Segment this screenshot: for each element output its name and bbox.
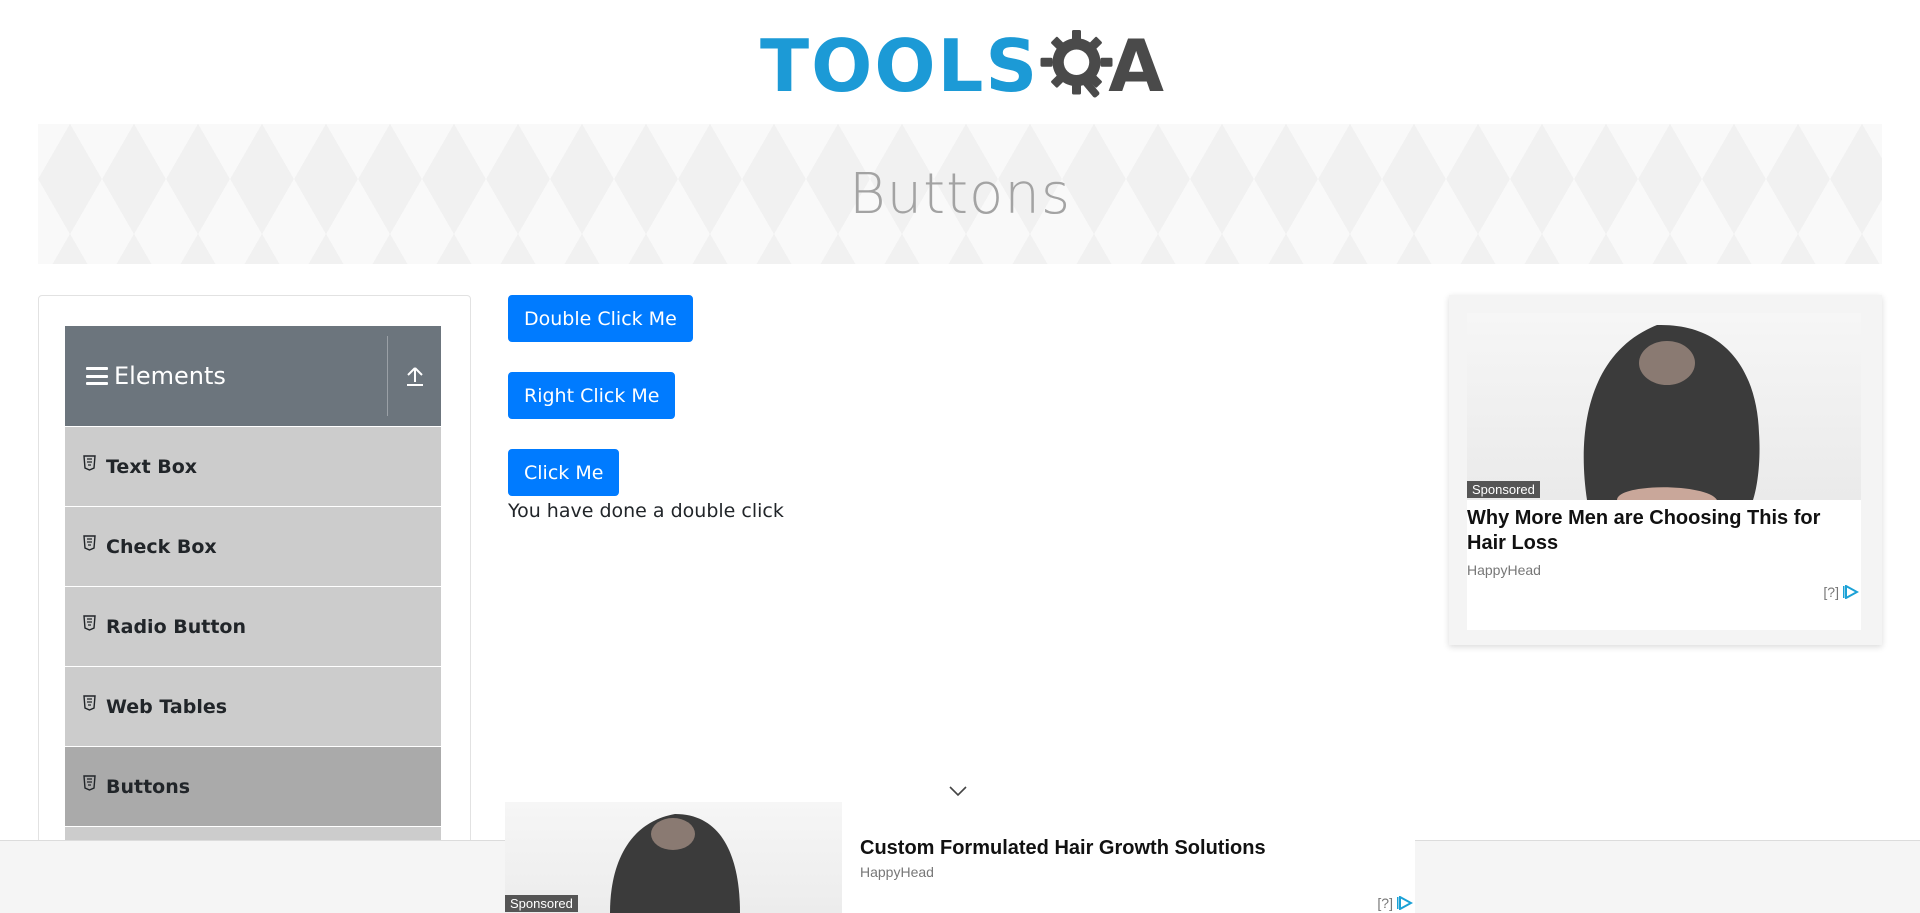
- logo-text: TOOLS: [760, 24, 1040, 108]
- sidebar-item-label: Radio Button: [106, 615, 246, 638]
- right-ad[interactable]: Sponsored Why More Men are Choosing This…: [1449, 295, 1882, 645]
- collapse-button[interactable]: [388, 326, 441, 426]
- ad-content: Why More Men are Choosing This for Hair …: [1467, 500, 1861, 630]
- sidebar-item-radio-button[interactable]: Radio Button: [65, 587, 441, 667]
- sidebar-item-web-tables[interactable]: Web Tables: [65, 667, 441, 747]
- sponsored-badge: Sponsored: [505, 895, 578, 912]
- elements-group-header[interactable]: Elements: [65, 326, 441, 426]
- sidebar-item-check-box[interactable]: Check Box: [65, 507, 441, 587]
- double-click-message: You have done a double click: [508, 500, 784, 522]
- html5-icon: [83, 614, 96, 631]
- sidebar: Elements Text Box Check Box Radio Button…: [38, 295, 471, 913]
- upload-arrow-icon: [406, 367, 423, 386]
- hamburger-icon: [86, 367, 108, 385]
- head-photo: [1583, 324, 1760, 500]
- sidebar-item-label: Web Tables: [106, 695, 228, 718]
- click-me-button[interactable]: Click Me: [508, 449, 620, 496]
- ad-source[interactable]: HappyHead: [860, 864, 934, 880]
- adchoices-icon: [1843, 585, 1859, 599]
- sidebar-item-text-box[interactable]: Text Box: [65, 427, 441, 507]
- right-click-button[interactable]: Right Click Me: [508, 372, 676, 419]
- ad-image: [1467, 313, 1861, 500]
- sidebar-item-label: Buttons: [106, 775, 191, 798]
- group-title: Elements: [114, 362, 226, 390]
- adchoices-icon: [1397, 896, 1413, 910]
- gear-magnifier-icon: [1040, 30, 1113, 98]
- ad-info-link[interactable]: [?]: [1823, 584, 1859, 600]
- html5-icon: [83, 454, 96, 471]
- ad-info-text: [?]: [1823, 584, 1839, 600]
- ad-info-text: [?]: [1377, 895, 1393, 911]
- sidebar-item-buttons[interactable]: Buttons: [65, 747, 441, 827]
- menu-list: Text Box Check Box Radio Button Web Tabl…: [65, 427, 441, 907]
- bottom-ad[interactable]: Sponsored Custom Formulated Hair Growth …: [505, 802, 1415, 913]
- ad-info-link[interactable]: [?]: [1377, 895, 1413, 911]
- sidebar-item-label: Text Box: [106, 455, 198, 478]
- html5-icon: [83, 694, 96, 711]
- ad-headline[interactable]: Why More Men are Choosing This for Hair …: [1467, 506, 1857, 556]
- sponsored-badge: Sponsored: [1467, 481, 1540, 498]
- html5-icon: [83, 774, 96, 791]
- page-title: Buttons: [848, 161, 1071, 227]
- site-logo[interactable]: TOOLS A: [760, 18, 1164, 114]
- ad-headline[interactable]: Custom Formulated Hair Growth Solutions: [860, 836, 1266, 861]
- logo-suffix: A: [1108, 24, 1164, 108]
- page-banner: Buttons: [38, 124, 1882, 264]
- double-click-button[interactable]: Double Click Me: [508, 295, 693, 342]
- chevron-down-icon[interactable]: [948, 784, 968, 798]
- sidebar-item-label: Check Box: [106, 535, 217, 558]
- html5-icon: [83, 534, 96, 551]
- ad-source[interactable]: HappyHead: [1467, 562, 1541, 578]
